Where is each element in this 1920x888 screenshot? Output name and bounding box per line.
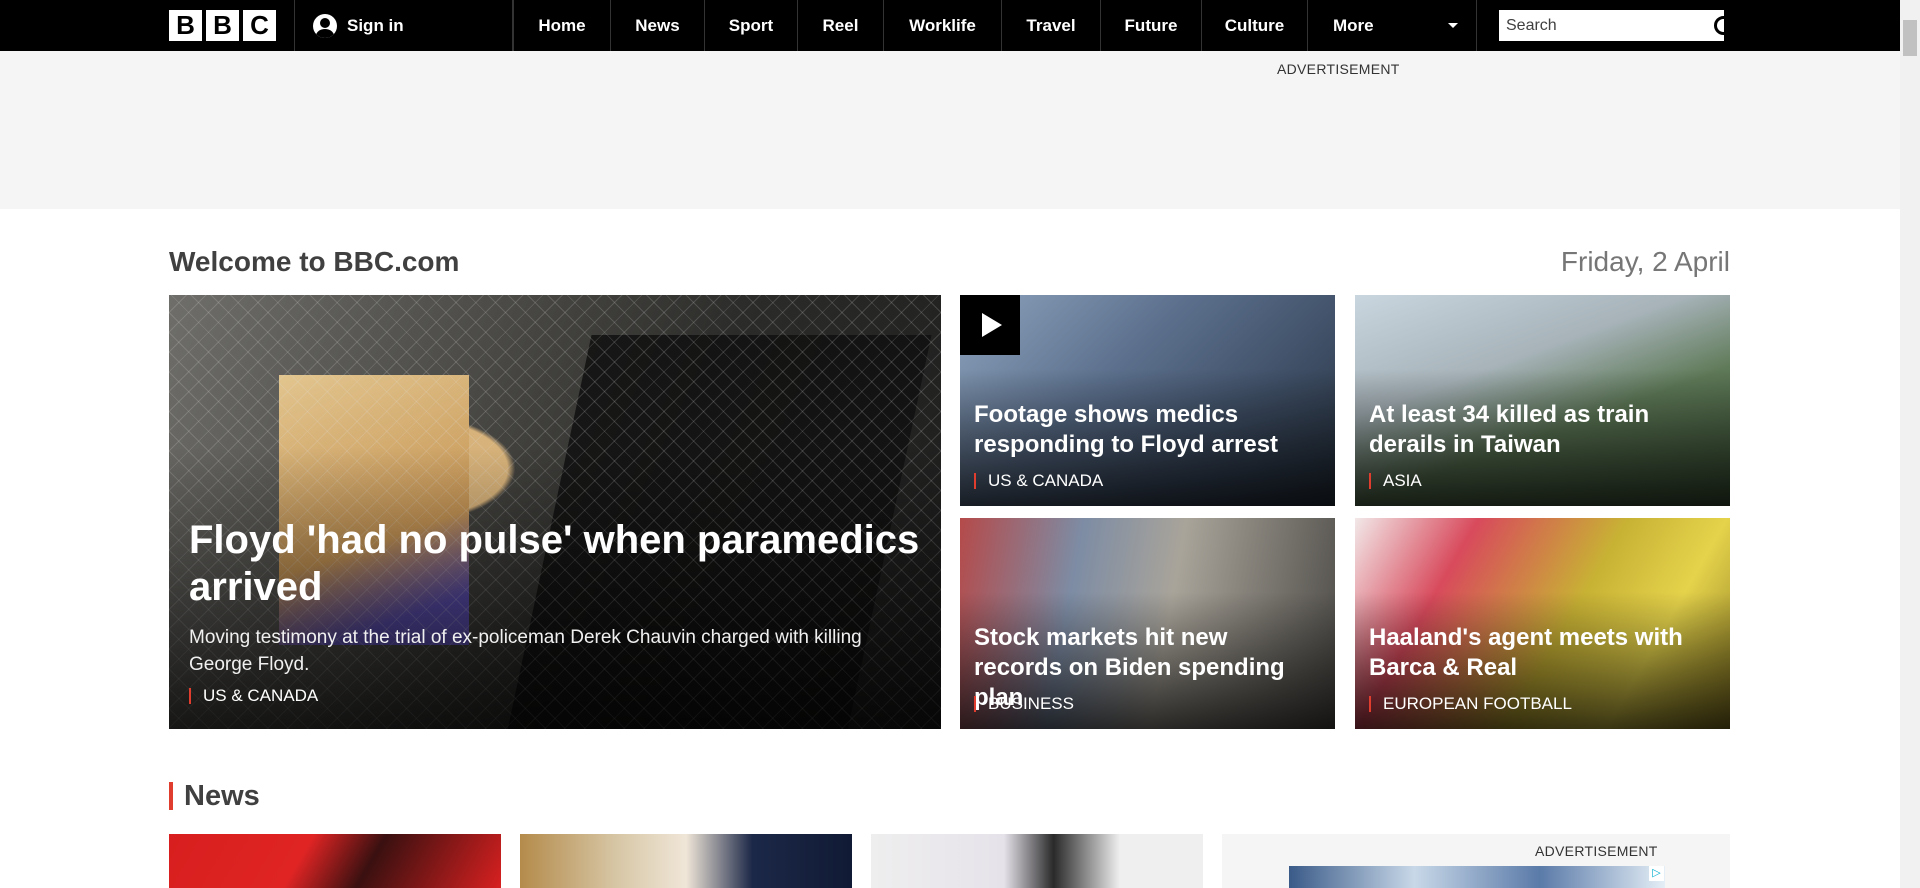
nav-item-future[interactable]: Future — [1100, 0, 1201, 51]
news-story-thumbnail[interactable] — [520, 834, 852, 888]
logo-letter: B — [206, 10, 239, 41]
story-section-tag[interactable]: US & CANADA — [189, 687, 318, 704]
video-badge — [960, 295, 1020, 355]
hero-story-card[interactable]: At least 34 killed as train derails in T… — [1355, 295, 1730, 506]
page-scrollbar[interactable] — [1900, 0, 1920, 888]
search-input[interactable] — [1506, 16, 1713, 35]
hero-main-story[interactable]: Floyd 'had no pulse' when paramedics arr… — [169, 295, 941, 729]
story-title[interactable]: Footage shows medics responding to Floyd… — [974, 400, 1321, 460]
nav-item-worklife[interactable]: Worklife — [883, 0, 1001, 51]
search-icon[interactable] — [1713, 15, 1733, 37]
hero-story-card[interactable]: Haaland's agent meets with Barca & Real … — [1355, 518, 1730, 729]
story-section-tag[interactable]: EUROPEAN FOOTBALL — [1369, 695, 1572, 712]
nav-item-news[interactable]: News — [610, 0, 704, 51]
story-section-tag[interactable]: BUSINESS — [974, 695, 1074, 712]
hero-story-card[interactable]: Stock markets hit new records on Biden s… — [960, 518, 1335, 729]
story-title[interactable]: Floyd 'had no pulse' when paramedics arr… — [189, 517, 927, 611]
top-navigation-bar: B B C Sign in Home News Sport Reel Workl… — [0, 0, 1900, 51]
account-icon — [313, 13, 337, 38]
hero-story-card[interactable]: Footage shows medics responding to Floyd… — [960, 295, 1335, 506]
chevron-down-icon — [1448, 23, 1458, 28]
nav-item-travel[interactable]: Travel — [1001, 0, 1100, 51]
ad-image[interactable] — [1289, 866, 1665, 888]
top-ad-banner: ADVERTISEMENT — [0, 51, 1900, 209]
main-nav: Home News Sport Reel Worklife Travel Fut… — [513, 0, 1477, 51]
top-navigation-inner: B B C Sign in Home News Sport Reel Workl… — [169, 0, 1733, 51]
logo-letter: B — [169, 10, 202, 41]
nav-item-home[interactable]: Home — [513, 0, 610, 51]
sign-in-label: Sign in — [347, 15, 404, 35]
search-box — [1499, 10, 1733, 41]
nav-item-culture[interactable]: Culture — [1201, 0, 1307, 51]
ad-choices-icon[interactable]: ▷ — [1649, 866, 1664, 881]
ad-label: ADVERTISEMENT — [1535, 843, 1658, 859]
section-heading-news[interactable]: News — [169, 782, 260, 811]
story-section-tag[interactable]: ASIA — [1369, 472, 1422, 489]
news-story-thumbnail[interactable] — [169, 834, 501, 888]
sign-in-link[interactable]: Sign in — [295, 0, 513, 51]
page-title: Welcome to BBC.com — [169, 246, 460, 277]
news-story-thumbnail[interactable] — [871, 834, 1203, 888]
nav-more-menu[interactable]: More — [1307, 0, 1477, 51]
play-icon — [982, 313, 1002, 337]
side-ad-slot: ADVERTISEMENT ▷ — [1222, 834, 1730, 888]
bbc-logo[interactable]: B B C — [169, 0, 295, 51]
ad-label: ADVERTISEMENT — [1277, 61, 1400, 77]
scrollbar-thumb[interactable] — [1903, 20, 1917, 56]
current-date: Friday, 2 April — [1560, 246, 1730, 277]
story-title[interactable]: At least 34 killed as train derails in T… — [1369, 400, 1716, 460]
story-section-tag[interactable]: US & CANADA — [974, 472, 1103, 489]
logo-letter: C — [243, 10, 276, 41]
nav-item-sport[interactable]: Sport — [704, 0, 797, 51]
more-label: More — [1333, 15, 1374, 35]
story-summary: Moving testimony at the trial of ex-poli… — [189, 627, 862, 675]
nav-item-reel[interactable]: Reel — [797, 0, 883, 51]
story-title[interactable]: Haaland's agent meets with Barca & Real — [1369, 623, 1716, 683]
